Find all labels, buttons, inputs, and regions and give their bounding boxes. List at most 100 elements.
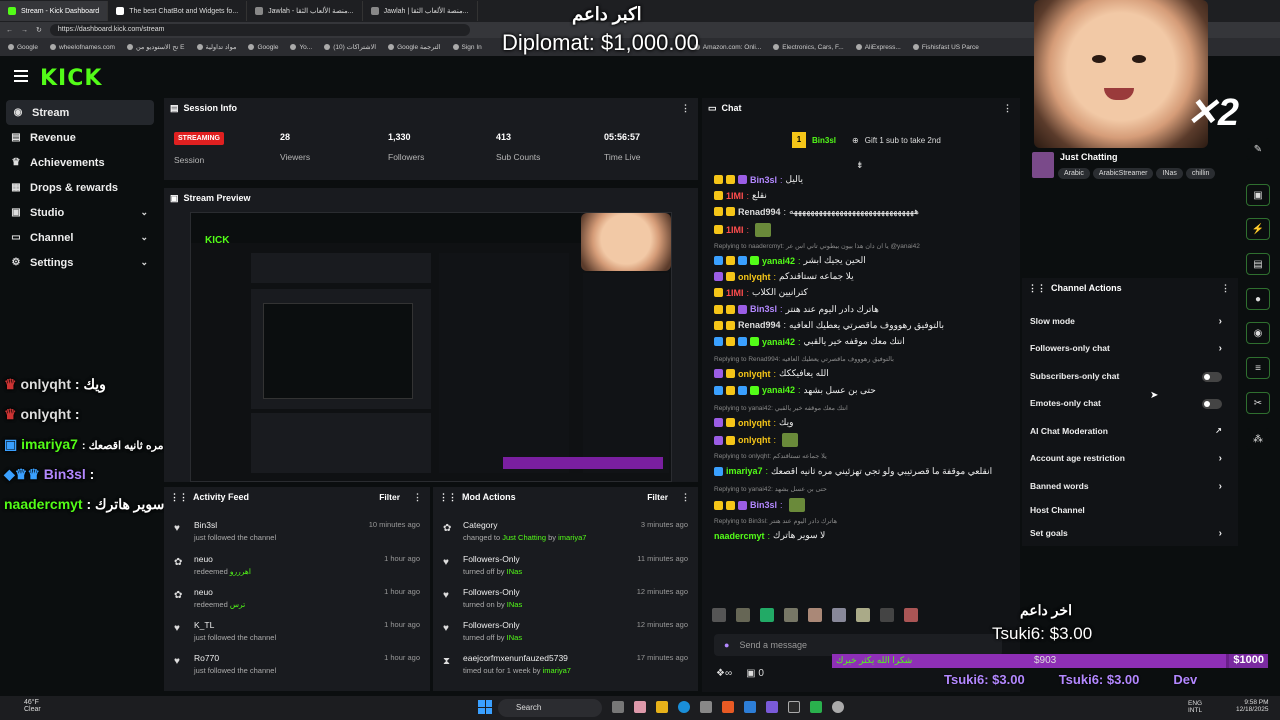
camera-icon[interactable]: ▣ [1246,184,1270,206]
sidebar-item-drops[interactable]: ▦ Drops & rewards [0,175,162,200]
gift-text[interactable]: Gift 1 sub to take 2nd [865,136,941,145]
language-indicator[interactable]: ENG INTL [1188,700,1202,714]
drag-handle-icon[interactable]: ⋮⋮ [170,492,188,503]
broadcast-icon[interactable]: ◉ [1246,322,1270,344]
emote-icon[interactable] [808,608,822,622]
bookmark[interactable]: AliExpress... [855,44,901,51]
chat-username[interactable]: Bin3sl [750,500,777,510]
chat-username[interactable]: yanai42 [762,337,795,347]
chat-username[interactable]: naadercmyt [714,531,765,541]
chat-username[interactable]: 1IMI [726,225,744,235]
emote-icon[interactable] [856,608,870,622]
chat-username[interactable]: yanai42 [762,385,795,395]
chat-message[interactable]: yanai42: حتى بن عسل بشهد [714,385,876,396]
bookmark[interactable]: Google [248,44,278,51]
bookmark[interactable]: wheelofnames.com [49,44,115,51]
chat-username[interactable]: yanai42 [762,256,795,266]
browser-tab[interactable]: The best ChatBot and Widgets fo... [108,1,248,21]
users-icon[interactable]: ⁂ [1246,428,1270,450]
chat-message[interactable]: 1IMI: [714,222,772,237]
sidebar-item-revenue[interactable]: ▤ Revenue [0,125,162,150]
chat-message[interactable]: Bin3sl: هاترك دادر اليوم عند هنتر [714,304,879,315]
bookmark[interactable]: Electronics, Cars, F... [773,44,844,51]
more-icon[interactable]: ⋮ [681,103,690,114]
chat-bubble-icon[interactable]: ● [1246,288,1270,310]
slow-mode-row[interactable]: Slow mode › [1030,316,1230,327]
tag[interactable]: INas [1156,168,1183,179]
chat-message[interactable]: Bin3sl: ياليل [714,174,803,185]
weather-widget[interactable]: 46°F Clear [24,699,41,713]
chat-username[interactable]: onlyqht [738,435,771,445]
chat-message[interactable]: 1IMI: كترانيين الكلاب [714,287,808,298]
bookmark[interactable]: Google الترجمة [388,43,441,51]
chat-message[interactable]: Renad994: ههههههههههههههههههههههههههههههه [714,206,919,217]
app-icon[interactable] [766,701,778,713]
chat-message[interactable]: onlyqht: الله يعافيككك [714,368,829,379]
app-icon[interactable] [788,701,800,713]
chat-username[interactable]: Renad994 [738,320,781,330]
emotes-only-toggle[interactable] [1202,399,1222,409]
bookmark[interactable]: Fishisfast US Parce [912,44,979,51]
chat-message[interactable]: onlyqht: ويك [714,417,793,428]
banned-words-row[interactable]: Banned words › [1030,481,1230,492]
wrench-icon[interactable]: ✂ [1246,392,1270,414]
chat-message[interactable]: Bin3sl: [714,498,805,512]
chat-message[interactable]: 1IMI: نقلع [714,190,767,201]
chat-message[interactable]: yanai42: الحين يجيك ابشر [714,255,866,266]
ai-moderation-row[interactable]: AI Chat Moderation ↗ [1030,426,1230,436]
bookmark[interactable]: مواد تداولية [196,43,236,51]
sidebar-item-stream[interactable]: ◉ Stream [6,100,154,125]
emote-icon[interactable] [760,608,774,622]
chat-username[interactable]: Bin3sl [750,175,777,185]
clock[interactable]: 9:58 PM 12/18/2025 [1236,699,1269,713]
chat-username[interactable]: 1IMI [726,191,744,201]
document-icon[interactable]: ▤ [1246,253,1270,275]
reload-icon[interactable]: ↻ [36,26,42,34]
set-goals-row[interactable]: Set goals › [1030,528,1230,539]
folder-icon[interactable] [656,701,668,713]
sidebar-item-settings[interactable]: ⚙ Settings ⌄ [0,250,162,275]
bookmark[interactable]: Amazon.com: Onli... [693,44,761,51]
list-icon[interactable]: ≡ [1246,357,1270,379]
tag[interactable]: chillin [1185,168,1216,179]
bookmark[interactable]: Google [8,44,38,51]
menu-icon[interactable] [14,70,28,82]
browser-tab[interactable]: Stream - Kick Dashboard [0,1,109,21]
sidebar-item-channel[interactable]: ▭ Channel ⌄ [0,225,162,250]
forward-icon[interactable]: → [21,27,28,34]
windows-start-icon[interactable] [478,700,492,714]
followers-only-row[interactable]: Followers-only chat › [1030,343,1230,354]
chat-input[interactable]: ● Send a message [714,634,1002,656]
taskbar-search[interactable]: Search [498,699,602,717]
edit-icon[interactable]: ✎ [1246,138,1270,160]
app-icon[interactable] [700,701,712,713]
emote-icon[interactable] [832,608,846,622]
account-age-row[interactable]: Account age restriction › [1030,453,1230,464]
app-icon[interactable] [810,701,822,713]
sub-leaderboard[interactable]: 1 Bin3sl ⊕ Gift 1 sub to take 2nd [792,132,941,148]
emote-icon[interactable] [880,608,894,622]
app-icon[interactable] [634,701,646,713]
emote-icon[interactable] [784,608,798,622]
drag-handle-icon[interactable]: ⋮⋮ [1028,283,1046,294]
app-icon[interactable] [744,701,756,713]
emote-icon[interactable] [736,608,750,622]
chat-username[interactable]: 1IMI [726,288,744,298]
browser-tab[interactable]: Jawlah | منصة الألعاب الثقا... [363,1,478,21]
sidebar-item-achievements[interactable]: ♛ Achievements [0,150,162,175]
host-channel-row[interactable]: Host Channel [1030,505,1230,515]
chat-username[interactable]: onlyqht [738,418,771,428]
app-icon[interactable] [612,701,624,713]
points[interactable]: ▣ 0 [746,668,764,679]
tag[interactable]: Arabic [1058,168,1090,179]
more-icon[interactable]: ⋮ [1003,103,1012,114]
chat-message[interactable]: Renad994: بالتوفيق رهوووف ماقصرتي يعطيك ا… [714,320,944,331]
infinity-icon[interactable]: ❖∞ [716,668,732,679]
sidebar-item-studio[interactable]: ▣ Studio ⌄ [0,200,162,225]
back-icon[interactable]: ← [6,27,13,34]
chat-username[interactable]: Renad994 [738,207,781,217]
filter-button[interactable]: Filter [647,492,668,502]
more-icon[interactable]: ⋮ [1221,283,1230,294]
chat-message[interactable]: imariya7: انقلعي موقفة ما قصرتيبي ولو تجي… [714,466,992,477]
chat-message[interactable]: yanai42: انتك معك موقفه خير يالقبي [714,336,905,347]
